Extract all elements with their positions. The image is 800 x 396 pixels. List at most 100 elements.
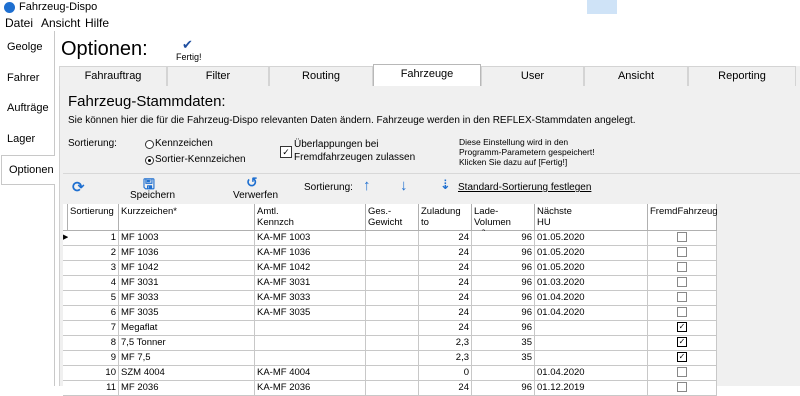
table-cell[interactable]: MF 7,5 xyxy=(119,351,255,366)
radio-kennzeichen-label[interactable]: Kennzeichen xyxy=(155,138,213,149)
table-cell[interactable] xyxy=(648,366,717,381)
column-header[interactable]: Amtl. Kennzch xyxy=(255,204,366,231)
fremdfahrzeug-checkbox[interactable] xyxy=(677,367,687,378)
table-cell[interactable]: MF 1003 xyxy=(119,231,255,246)
table-cell[interactable]: MF 3031 xyxy=(119,276,255,291)
table-cell[interactable]: 01.04.2020 xyxy=(535,306,648,321)
table-cell[interactable]: KA-MF 3031 xyxy=(255,276,366,291)
tab-routing[interactable]: Routing xyxy=(269,66,373,86)
table-cell[interactable]: KA-MF 3033 xyxy=(255,291,366,306)
sort-az-icon[interactable]: ⇣ xyxy=(440,177,451,193)
refresh-icon[interactable]: ⟳ xyxy=(72,178,85,196)
tab-fahrauftrag[interactable]: Fahrauftrag xyxy=(59,66,167,86)
table-cell[interactable]: 24 xyxy=(419,246,472,261)
fremdfahrzeug-checkbox[interactable]: ✓ xyxy=(677,352,687,363)
table-cell[interactable]: KA-MF 4004 xyxy=(255,366,366,381)
table-cell[interactable]: KA-MF 3035 xyxy=(255,306,366,321)
table-cell[interactable] xyxy=(366,381,419,396)
table-cell[interactable]: 5 xyxy=(68,291,119,306)
table-cell[interactable]: 01.04.2020 xyxy=(535,366,648,381)
table-cell[interactable] xyxy=(648,246,717,261)
menu-datei[interactable]: Datei xyxy=(5,16,33,30)
table-cell[interactable]: 11 xyxy=(68,381,119,396)
table-cell[interactable]: MF 1036 xyxy=(119,246,255,261)
overlap-checkbox-label[interactable]: Überlappungen bei xyxy=(294,139,379,150)
tab-fahrzeuge[interactable]: Fahrzeuge xyxy=(373,64,481,87)
table-cell[interactable]: 1 xyxy=(68,231,119,246)
table-cell[interactable]: 96 xyxy=(472,246,535,261)
fremdfahrzeug-checkbox[interactable] xyxy=(677,232,687,243)
radio-kennzeichen[interactable] xyxy=(145,140,154,149)
table-cell[interactable] xyxy=(366,306,419,321)
table-cell[interactable]: 96 xyxy=(472,276,535,291)
table-cell[interactable]: KA-MF 1042 xyxy=(255,261,366,276)
column-header[interactable]: Kurzzeichen* xyxy=(119,204,255,231)
table-cell[interactable] xyxy=(255,321,366,336)
minimize-button[interactable] xyxy=(587,0,617,14)
table-cell[interactable] xyxy=(366,336,419,351)
maximize-button[interactable] xyxy=(617,0,649,14)
table-cell[interactable]: 96 xyxy=(472,321,535,336)
table-cell[interactable] xyxy=(535,321,648,336)
table-cell[interactable]: 01.05.2020 xyxy=(535,261,648,276)
table-cell[interactable]: KA-MF 1036 xyxy=(255,246,366,261)
table-cell[interactable]: 96 xyxy=(472,381,535,396)
column-header[interactable]: FremdFahrzeug xyxy=(648,204,718,231)
nav-item-1[interactable]: Geolge xyxy=(0,33,54,63)
table-cell[interactable]: KA-MF 1003 xyxy=(255,231,366,246)
table-cell[interactable]: 2,3 xyxy=(419,336,472,351)
table-cell[interactable] xyxy=(366,351,419,366)
table-cell[interactable]: MF 1042 xyxy=(119,261,255,276)
checkmark-icon[interactable]: ✔ xyxy=(182,37,193,53)
overlap-checkbox-label-2[interactable]: Fremdfahrzeugen zulassen xyxy=(294,152,415,163)
table-cell[interactable]: 35 xyxy=(472,351,535,366)
table-cell[interactable] xyxy=(535,351,648,366)
table-cell[interactable]: SZM 4004 xyxy=(119,366,255,381)
table-cell[interactable]: 6 xyxy=(68,306,119,321)
fremdfahrzeug-checkbox[interactable] xyxy=(677,382,687,393)
radio-sortier-kennzeichen-label[interactable]: Sortier-Kennzeichen xyxy=(155,154,246,165)
table-cell[interactable]: ✓ xyxy=(648,336,717,351)
table-cell[interactable] xyxy=(648,231,717,246)
table-cell[interactable]: 01.05.2020 xyxy=(535,231,648,246)
menu-ansicht[interactable]: Ansicht xyxy=(41,16,80,30)
nav-item-fahrer[interactable]: Fahrer xyxy=(0,64,54,94)
table-cell[interactable]: 96 xyxy=(472,231,535,246)
table-cell[interactable] xyxy=(366,276,419,291)
table-cell[interactable]: MF 3035 xyxy=(119,306,255,321)
fremdfahrzeug-checkbox[interactable] xyxy=(677,277,687,288)
close-button[interactable] xyxy=(649,0,679,14)
menu-hilfe[interactable]: Hilfe xyxy=(85,16,109,30)
table-cell[interactable] xyxy=(366,366,419,381)
table-cell[interactable] xyxy=(255,336,366,351)
table-cell[interactable]: 3 xyxy=(68,261,119,276)
standard-sort-button[interactable]: Standard-Sortierung festlegen xyxy=(458,182,591,193)
column-header[interactable]: Zuladung to xyxy=(419,204,472,231)
table-cell[interactable] xyxy=(366,321,419,336)
arrow-down-icon[interactable]: ↓ xyxy=(400,177,408,194)
table-cell[interactable] xyxy=(366,231,419,246)
table-cell[interactable] xyxy=(648,276,717,291)
discard-button[interactable]: Verwerfen xyxy=(233,190,278,201)
table-cell[interactable]: 96 xyxy=(472,306,535,321)
table-cell[interactable]: 7,5 Tonner xyxy=(119,336,255,351)
table-cell[interactable] xyxy=(648,291,717,306)
nav-item-optionen[interactable]: Optionen xyxy=(1,155,55,185)
table-cell[interactable]: 24 xyxy=(419,231,472,246)
table-cell[interactable]: MF 2036 xyxy=(119,381,255,396)
arrow-up-icon[interactable]: ↑ xyxy=(363,177,371,194)
table-cell[interactable]: 35 xyxy=(472,336,535,351)
table-cell[interactable] xyxy=(648,381,717,396)
table-cell[interactable]: 4 xyxy=(68,276,119,291)
table-cell[interactable]: Megaflat xyxy=(119,321,255,336)
column-header[interactable]: Nächste HU xyxy=(535,204,648,231)
table-cell[interactable]: 2,3 xyxy=(419,351,472,366)
table-cell[interactable] xyxy=(366,261,419,276)
table-cell[interactable]: 01.12.2019 xyxy=(535,381,648,396)
fremdfahrzeug-checkbox[interactable] xyxy=(677,262,687,273)
fremdfahrzeug-checkbox[interactable]: ✓ xyxy=(677,337,687,348)
table-cell[interactable]: 24 xyxy=(419,276,472,291)
table-cell[interactable]: 96 xyxy=(472,291,535,306)
column-header[interactable]: Sortierung xyxy=(68,204,119,231)
nav-item-auftraege[interactable]: Aufträge xyxy=(0,94,54,124)
